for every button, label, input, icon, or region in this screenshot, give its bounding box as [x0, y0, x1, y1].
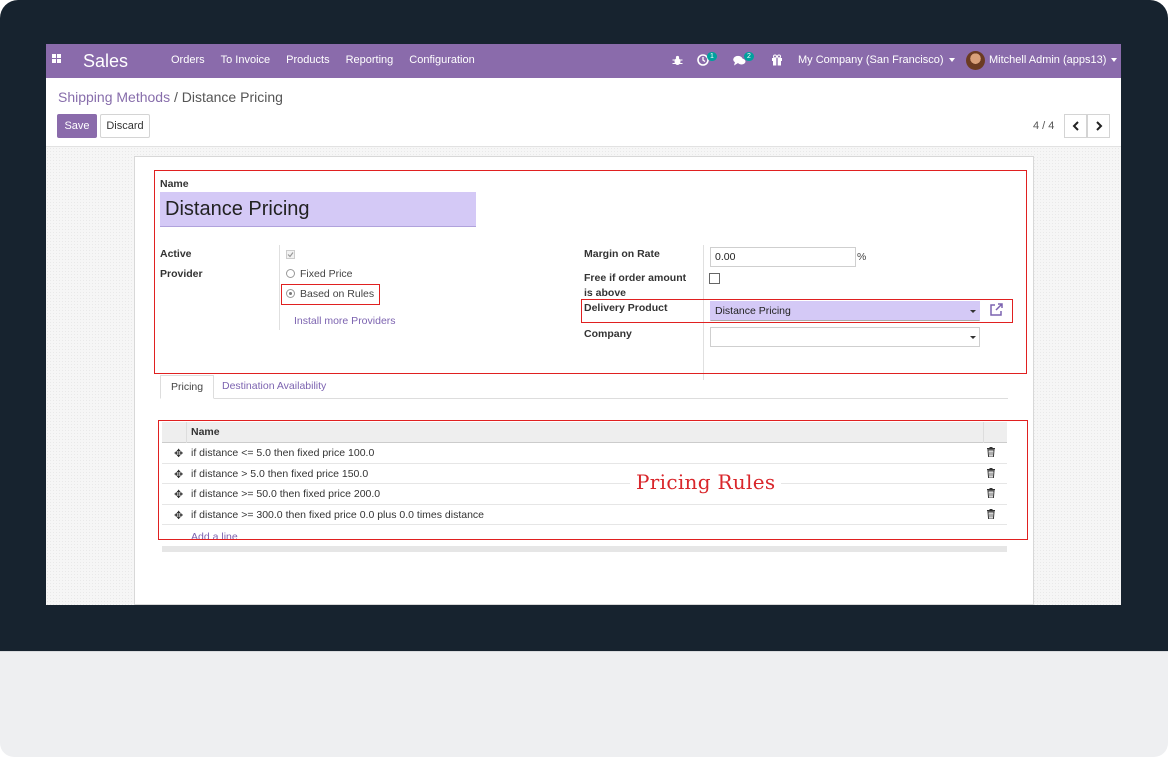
tab-destination-availability[interactable]: Destination Availability: [212, 375, 336, 399]
company-name: My Company (San Francisco): [798, 54, 944, 66]
pager-value: 4 / 4: [1033, 120, 1055, 132]
top-navbar: Sales Orders To Invoice Products Reporti…: [46, 44, 1121, 78]
monitor-stand: [0, 651, 1168, 757]
pager-previous-button[interactable]: [1064, 114, 1087, 138]
chevron-down-icon: [948, 58, 955, 63]
table-footer: [162, 546, 1007, 552]
save-button[interactable]: Save: [57, 114, 97, 138]
menu-configuration[interactable]: Configuration: [409, 54, 474, 66]
menu-orders[interactable]: Orders: [171, 54, 205, 66]
activity-badge: 1: [707, 52, 717, 61]
chevron-left-icon: [1072, 121, 1079, 131]
breadcrumb: Shipping Methods / Distance Pricing: [58, 89, 283, 105]
form-sheet: Name Distance Pricing Active Provider Fi…: [134, 156, 1034, 605]
app-brand[interactable]: Sales: [83, 51, 128, 72]
breadcrumb-separator: /: [173, 89, 178, 105]
discard-button[interactable]: Discard: [100, 114, 150, 138]
messages-badge: 2: [744, 52, 754, 61]
breadcrumb-current: Distance Pricing: [181, 89, 283, 105]
gift-icon[interactable]: [771, 54, 783, 66]
breadcrumb-parent[interactable]: Shipping Methods: [58, 89, 170, 105]
company-switcher[interactable]: My Company (San Francisco): [798, 54, 955, 66]
menu-reporting[interactable]: Reporting: [346, 54, 394, 66]
chevron-down-icon: [1111, 58, 1118, 63]
tab-pricing[interactable]: Pricing: [160, 375, 215, 399]
apps-grid-icon[interactable]: [52, 54, 64, 66]
main-menu: Orders To Invoice Products Reporting Con…: [171, 54, 491, 66]
app-screen: Sales Orders To Invoice Products Reporti…: [46, 44, 1121, 605]
chevron-right-icon: [1095, 121, 1102, 131]
notebook-tabs: Pricing Destination Availability: [160, 375, 1008, 399]
avatar[interactable]: [966, 51, 985, 70]
bug-icon[interactable]: [672, 55, 683, 66]
annotation-highlight-pricing-table: [158, 420, 1028, 540]
monitor-frame: Sales Orders To Invoice Products Reporti…: [0, 0, 1168, 757]
menu-products[interactable]: Products: [286, 54, 329, 66]
user-name: Mitchell Admin (apps13): [989, 54, 1107, 66]
annotation-highlight-header: [154, 170, 1027, 374]
pager-next-button[interactable]: [1087, 114, 1110, 138]
menu-to-invoice[interactable]: To Invoice: [221, 54, 271, 66]
user-menu[interactable]: Mitchell Admin (apps13): [989, 54, 1118, 66]
